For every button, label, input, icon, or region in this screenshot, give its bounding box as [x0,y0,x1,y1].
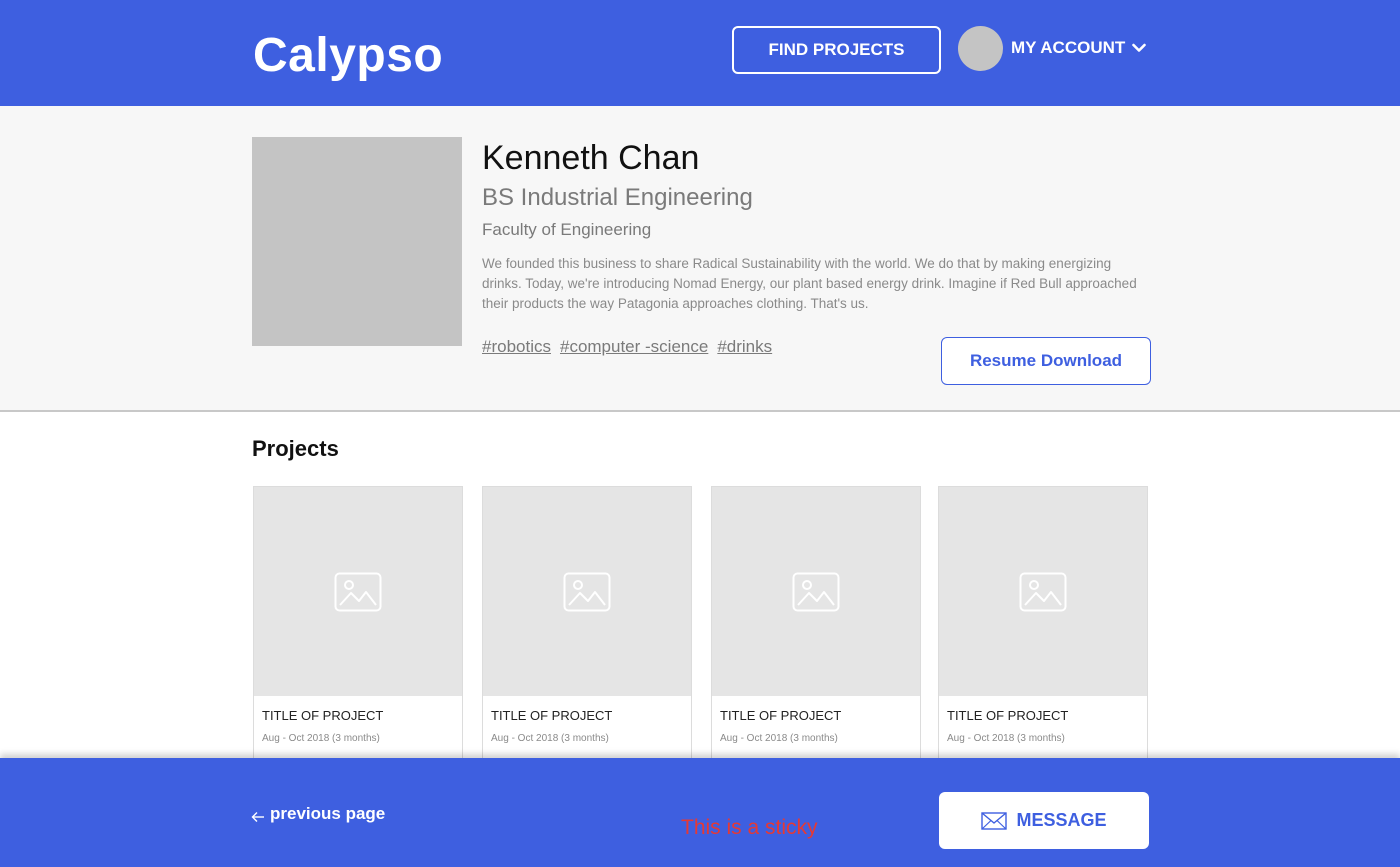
image-placeholder-icon [792,572,840,611]
sticky-footer: previous page This is a sticky MESSAGE [0,758,1400,867]
resume-download-button[interactable]: Resume Download [941,337,1151,385]
project-card[interactable]: TITLE OF PROJECT Aug - Oct 2018 (3 month… [711,486,921,776]
projects-heading: Projects [252,436,339,461]
project-date: Aug - Oct 2018 (3 months) [947,733,1065,744]
chevron-down-icon [1132,43,1147,52]
project-thumbnail [712,487,920,696]
project-card[interactable]: TITLE OF PROJECT Aug - Oct 2018 (3 month… [938,486,1148,776]
project-title: TITLE OF PROJECT [491,708,613,723]
my-account-menu[interactable]: MY ACCOUNT [1011,38,1147,58]
image-placeholder-icon [334,572,382,611]
project-title: TITLE OF PROJECT [947,708,1069,723]
project-card[interactable]: TITLE OF PROJECT Aug - Oct 2018 (3 month… [482,486,692,776]
project-card[interactable]: TITLE OF PROJECT Aug - Oct 2018 (3 month… [253,486,463,776]
project-date: Aug - Oct 2018 (3 months) [491,733,609,744]
project-title: TITLE OF PROJECT [262,708,384,723]
image-placeholder-icon [563,572,611,611]
envelope-icon [981,811,1008,830]
app-logo[interactable]: Calypso [253,28,443,83]
profile-name: Kenneth Chan [482,139,700,177]
top-header: Calypso FIND PROJECTS MY ACCOUNT [0,0,1400,106]
tag-robotics[interactable]: #robotics [482,337,551,357]
message-button-label: MESSAGE [1016,810,1107,830]
sticky-annotation: This is a sticky [681,816,818,839]
tag-drinks[interactable]: #drinks [717,337,772,357]
image-placeholder-icon [1019,572,1067,611]
profile-faculty: Faculty of Engineering [482,220,652,239]
my-account-label: MY ACCOUNT [1011,38,1126,57]
profile-photo [252,137,462,346]
profile-degree: BS Industrial Engineering [482,184,753,211]
previous-page-label: previous page [270,804,386,823]
profile-bio: We founded this business to share Radica… [482,256,1137,311]
arrow-left-icon [251,812,264,822]
avatar[interactable] [958,26,1003,71]
message-button[interactable]: MESSAGE [939,792,1149,849]
previous-page-link[interactable]: previous page [251,804,385,824]
tag-computer-science[interactable]: #computer -science [560,337,708,357]
find-projects-button[interactable]: FIND PROJECTS [732,26,941,74]
project-date: Aug - Oct 2018 (3 months) [262,733,380,744]
project-date: Aug - Oct 2018 (3 months) [720,733,838,744]
profile-tags: #robotics #computer -science #drinks [482,337,772,357]
project-title: TITLE OF PROJECT [720,708,842,723]
project-thumbnail [254,487,462,696]
project-thumbnail [483,487,691,696]
profile-section: Kenneth Chan BS Industrial Engineering F… [0,106,1400,412]
project-thumbnail [939,487,1147,696]
